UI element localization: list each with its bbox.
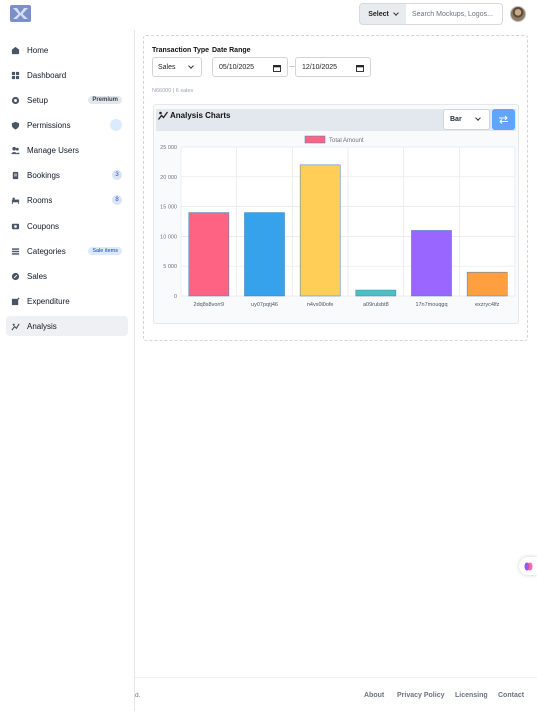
transaction-type-select[interactable]: Sales: [152, 57, 202, 77]
sidebar-item-label: Home: [27, 45, 49, 55]
search-scope-label: Select: [368, 10, 389, 18]
coupons-icon: [11, 222, 20, 231]
sidebar-item-home[interactable]: Home: [6, 40, 128, 60]
sidebar-item-label: Analysis: [27, 321, 57, 331]
sales-summary: N66000 | 6 sales: [152, 88, 194, 94]
calendar-icon[interactable]: [356, 64, 364, 72]
footer-link-about[interactable]: About: [364, 692, 384, 699]
bookings-icon: [11, 171, 20, 180]
search-scope-select[interactable]: Select: [359, 3, 407, 25]
categories-icon: [11, 247, 20, 256]
swap-icon: [499, 115, 508, 124]
chart-type-select[interactable]: Bar: [443, 109, 490, 130]
bar: [299, 164, 341, 297]
sidebar-item-coupons[interactable]: Coupons: [6, 216, 128, 236]
y-tick-label: 5 000: [163, 264, 177, 270]
sidebar-item-manage-users[interactable]: Manage Users: [6, 140, 128, 160]
bar: [411, 230, 452, 297]
x-tick-label: uy07pqtj46: [251, 302, 278, 308]
premium-badge: Premium: [88, 96, 122, 104]
footer-copyright: d.: [135, 692, 141, 699]
chevron-down-icon: [188, 63, 194, 69]
rooms-count-badge: 8: [112, 195, 122, 205]
bar: [188, 212, 230, 297]
dashboard-icon: [11, 71, 20, 80]
y-tick-label: 25 000: [160, 145, 177, 151]
chevron-down-icon: [392, 10, 399, 16]
sidebar-item-label: Expenditure: [27, 296, 70, 306]
sidebar-item-bookings[interactable]: Bookings 3: [6, 165, 128, 185]
bar: [466, 271, 508, 297]
y-tick-label: 0: [174, 294, 177, 300]
top-bar: Select Search Mockups, Logos...: [0, 0, 537, 30]
footer-link-privacy[interactable]: Privacy Policy: [397, 692, 444, 699]
chart-panel-title: Analysis Charts: [158, 111, 230, 120]
user-avatar[interactable]: [510, 6, 526, 22]
search-input[interactable]: Search Mockups, Logos...: [406, 3, 503, 25]
legend-label: Total Amount: [329, 138, 364, 144]
sidebar-item-label: Rooms: [27, 195, 53, 205]
sidebar-item-label: Coupons: [27, 221, 60, 231]
chart-icon: [158, 111, 168, 120]
bar: [355, 289, 397, 297]
sidebar-item-label: Sales: [27, 271, 48, 281]
sidebar-item-label: Manage Users: [27, 145, 80, 155]
bed-icon: [11, 196, 20, 205]
chevron-down-icon: [475, 115, 481, 121]
sidebar-item-label: Dashboard: [27, 70, 67, 80]
bookings-count-badge: 3: [112, 170, 122, 180]
date-range-label: Date Range: [212, 47, 251, 54]
brand-logo[interactable]: [10, 5, 31, 22]
sidebar-item-expenditure[interactable]: Expenditure: [6, 291, 128, 311]
x-tick-label: a09rulsbt8: [363, 302, 389, 308]
x-tick-label: n4vs0l0ofe: [307, 302, 334, 308]
footer-link-contact[interactable]: Contact: [498, 692, 524, 699]
bar: [244, 212, 285, 297]
sales-icon: [11, 272, 20, 281]
y-tick-label: 20 000: [160, 175, 177, 181]
assistant-icon: [524, 562, 532, 570]
y-tick-label: 15 000: [160, 205, 177, 211]
gear-icon: [11, 96, 20, 105]
x-tick-label: 2dq8s8vorr9: [194, 302, 225, 308]
sidebar-item-permissions[interactable]: Permissions: [6, 115, 128, 135]
date-to-value: 12/10/2025: [302, 63, 338, 71]
status-dot-badge: [110, 119, 122, 131]
transaction-type-value: Sales: [158, 63, 176, 71]
search-placeholder: Search Mockups, Logos...: [412, 10, 493, 18]
expenditure-icon: [11, 297, 20, 306]
legend-swatch: [304, 135, 326, 144]
home-icon: [11, 46, 20, 55]
x-tick-label: 17n7mouqgq: [415, 302, 447, 308]
floating-assistant-button[interactable]: [519, 557, 537, 575]
sidebar-item-label: Bookings: [27, 170, 60, 180]
analysis-icon: [11, 322, 20, 331]
sidebar-item-label: Permissions: [27, 120, 71, 130]
bar-chart: 0 5 000 10 000 15 000 20 000 25 000 2dq8s8vorr…: [160, 135, 516, 308]
sidebar-item-rooms[interactable]: Rooms 8: [6, 190, 128, 210]
sidebar-item-categories[interactable]: Categories Sale items: [6, 241, 128, 261]
users-icon: [11, 146, 20, 155]
date-from-value: 05/10/2025: [219, 63, 255, 71]
sale-items-badge: Sale items: [88, 247, 122, 255]
sidebar-item-sales[interactable]: Sales: [6, 266, 128, 286]
sidebar-item-setup[interactable]: Setup Premium: [6, 90, 128, 110]
sidebar-item-label: Setup: [27, 95, 48, 105]
shield-icon: [11, 121, 20, 130]
sidebar-item-dashboard[interactable]: Dashboard: [6, 65, 128, 85]
date-from-input[interactable]: 05/10/2025: [212, 57, 288, 77]
x-tick-label: exzryc4lfz: [475, 302, 500, 308]
chart-panel-title-text: Analysis Charts: [170, 111, 231, 120]
y-tick-label: 10 000: [160, 234, 177, 240]
footer-divider: [135, 677, 537, 678]
date-to-input[interactable]: 12/10/2025: [295, 57, 371, 77]
chart-type-value: Bar: [450, 116, 462, 123]
footer-link-licensing[interactable]: Licensing: [455, 692, 488, 699]
transaction-type-label: Transaction Type: [152, 47, 210, 54]
calendar-icon[interactable]: [273, 64, 281, 72]
swap-chart-button[interactable]: [492, 109, 515, 130]
sidebar-item-analysis[interactable]: Analysis: [6, 316, 128, 336]
sidebar-item-label: Categories: [27, 246, 66, 256]
